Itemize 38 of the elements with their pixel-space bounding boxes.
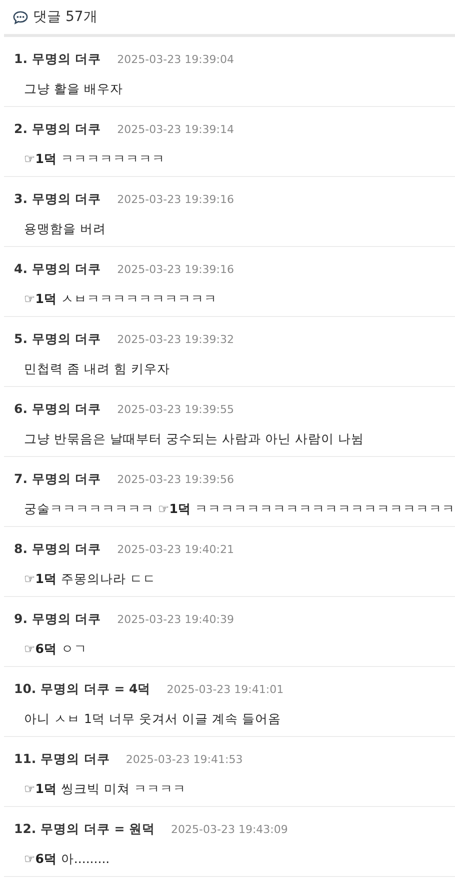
comment-timestamp: 2025-03-23 19:39:16 xyxy=(117,193,234,206)
comment-timestamp: 2025-03-23 19:40:21 xyxy=(117,543,234,556)
comment-timestamp: 2025-03-23 19:39:14 xyxy=(117,123,234,136)
comment-text: ☞1덕 ㅋㅋㅋㅋㅋㅋㅋㅋ xyxy=(24,151,165,166)
comment-timestamp: 2025-03-23 19:39:04 xyxy=(117,53,234,66)
comment-text: 그냥 반묶음은 날때부터 궁수되는 사람과 아닌 사람이 나뉨 xyxy=(24,431,364,446)
comment-author: 12. 무명의 더쿠 = 원덕 xyxy=(14,821,156,838)
comment-author: 10. 무명의 더쿠 = 4덕 xyxy=(14,681,151,698)
comment-author: 8. 무명의 더쿠 xyxy=(14,541,102,558)
comment-text: ☞6덕 아......... xyxy=(24,851,110,866)
comment-author: 7. 무명의 더쿠 xyxy=(14,471,102,488)
comment-text: ☞1덕 주몽의나라 ㄷㄷ xyxy=(24,571,156,586)
comment-text: 궁술ㅋㅋㅋㅋㅋㅋㅋㅋ ☞1덕 ㅋㅋㅋㅋㅋㅋㅋㅋㅋㅋㅋㅋㅋㅋㅋㅋㅋㅋㅋㅋ xyxy=(24,501,455,516)
comment-count: 댓글 57개 xyxy=(33,8,98,26)
comment-text: 용맹함을 버려 xyxy=(24,221,106,236)
comment-text: 민첩력 좀 내려 힘 키우자 xyxy=(24,361,170,376)
comment-text: ☞6덕 ㅇㄱ xyxy=(24,641,87,656)
comment-timestamp: 2025-03-23 19:41:01 xyxy=(166,683,284,696)
comment-timestamp: 2025-03-23 19:39:56 xyxy=(117,473,234,486)
comment-text: ☞1덕 씽크빅 미쳐 ㅋㅋㅋㅋ xyxy=(24,781,186,796)
comment-author: 1. 무명의 더쿠 xyxy=(14,51,102,68)
comment-author: 5. 무명의 더쿠 xyxy=(14,331,102,348)
comment-timestamp: 2025-03-23 19:41:53 xyxy=(126,753,243,766)
comment-author: 3. 무명의 더쿠 xyxy=(14,191,102,208)
comment-timestamp: 2025-03-23 19:39:32 xyxy=(117,333,234,346)
comment-author: 4. 무명의 더쿠 xyxy=(14,261,102,278)
comment-timestamp: 2025-03-23 19:40:39 xyxy=(117,613,234,626)
comment-timestamp: 2025-03-23 19:39:16 xyxy=(117,263,234,276)
comment-author: 9. 무명의 더쿠 xyxy=(14,611,102,628)
comment-author: 6. 무명의 더쿠 xyxy=(14,401,102,418)
comment-text: 그냥 활을 배우자 xyxy=(24,81,123,96)
comment-text: 아니 ㅅㅂ 1덕 너무 웃겨서 이글 계속 들어옴 xyxy=(24,711,281,726)
comment-author: 2. 무명의 더쿠 xyxy=(14,121,102,138)
comment-author: 11. 무명의 더쿠 xyxy=(14,751,110,768)
comment-text: ☞1덕 ㅅㅂㅋㅋㅋㅋㅋㅋㅋㅋㅋㅋ xyxy=(24,291,217,306)
comment-timestamp: 2025-03-23 19:43:09 xyxy=(171,823,288,836)
comment-timestamp: 2025-03-23 19:39:55 xyxy=(117,403,234,416)
speech-bubble-icon xyxy=(13,10,28,24)
